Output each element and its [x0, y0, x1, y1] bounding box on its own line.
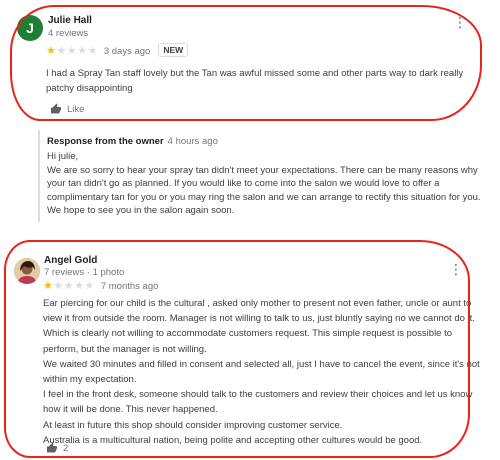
more-vert-icon[interactable]: ⋮	[453, 14, 467, 30]
author-name[interactable]: Julie Hall	[48, 15, 92, 26]
owner-response-text: Hi julie, We are so sorry to hear your s…	[47, 150, 481, 218]
review-line: Australia is a multicultural nation, bei…	[43, 434, 423, 446]
response-line: your tan didn't go as planned. If you wo…	[47, 178, 440, 189]
review-line: patchy disappointing	[46, 83, 133, 94]
review-line: how it will be done. This never happened…	[43, 404, 218, 416]
review-line: At least in future this shop should cons…	[43, 419, 343, 431]
review-line: within my expectation.	[43, 374, 137, 386]
author-meta: 7 reviews · 1 photo	[44, 267, 125, 278]
thumb-up-icon	[51, 103, 61, 114]
review-line: view it from outside the room. Manager i…	[43, 313, 475, 325]
response-line: We hope to see you in the salon again so…	[47, 205, 235, 216]
review-card: J Julie Hall 4 reviews ⋮ ★★★★★ 3 days ago…	[0, 0, 500, 236]
profile-photo	[14, 258, 40, 284]
like-label: Like	[67, 103, 85, 115]
review-text: Ear piercing for our child is the cultur…	[43, 296, 480, 448]
more-vert-icon[interactable]: ⋮	[449, 261, 463, 277]
star-rating: ★★★★★ 7 months ago	[43, 280, 159, 292]
response-line: We are so sorry to hear your spray tan d…	[47, 164, 478, 176]
new-badge: NEW	[158, 43, 189, 57]
avatar-letter: J	[26, 20, 34, 36]
review-line: I had a Spray Tan staff lovely but the T…	[46, 68, 464, 79]
response-line: complimentary tan for you or you may rin…	[47, 191, 481, 203]
owner-response-header: Response from the owner 4 hours ago	[47, 136, 218, 147]
review-time: 3 days ago	[103, 46, 151, 57]
review-line: I feel in the front desk, someone should…	[43, 389, 473, 401]
like-button[interactable]: Like	[50, 103, 84, 115]
review-card: Angel Gold 7 reviews · 1 photo ⋮ ★★★★★ 7 …	[0, 236, 500, 460]
review-line: Ear piercing for our child is the cultur…	[43, 298, 472, 309]
author-name[interactable]: Angel Gold	[44, 255, 97, 266]
like-count: 2	[63, 442, 69, 454]
response-line: Hi julie,	[47, 151, 79, 162]
owner-response	[38, 130, 40, 222]
owner-response-time: 4 hours ago	[167, 136, 218, 147]
owner-response-label: Response from the owner	[47, 136, 164, 147]
thumb-up-icon	[47, 442, 57, 453]
avatar[interactable]	[14, 258, 40, 284]
review-line: We waited 30 minutes and filled in conse…	[43, 358, 480, 370]
avatar[interactable]: J	[17, 15, 43, 41]
review-line: perform, but the manager is not willing.	[43, 343, 207, 355]
author-meta: 4 reviews	[48, 28, 89, 39]
like-button[interactable]: 2	[46, 442, 68, 454]
review-line: Which is clearly not willing to accommod…	[43, 328, 453, 340]
review-time: 7 months ago	[100, 281, 159, 292]
star-rating: ★★★★★ 3 days ago NEW	[46, 43, 189, 57]
review-text: I had a Spray Tan staff lovely but the T…	[46, 66, 463, 96]
